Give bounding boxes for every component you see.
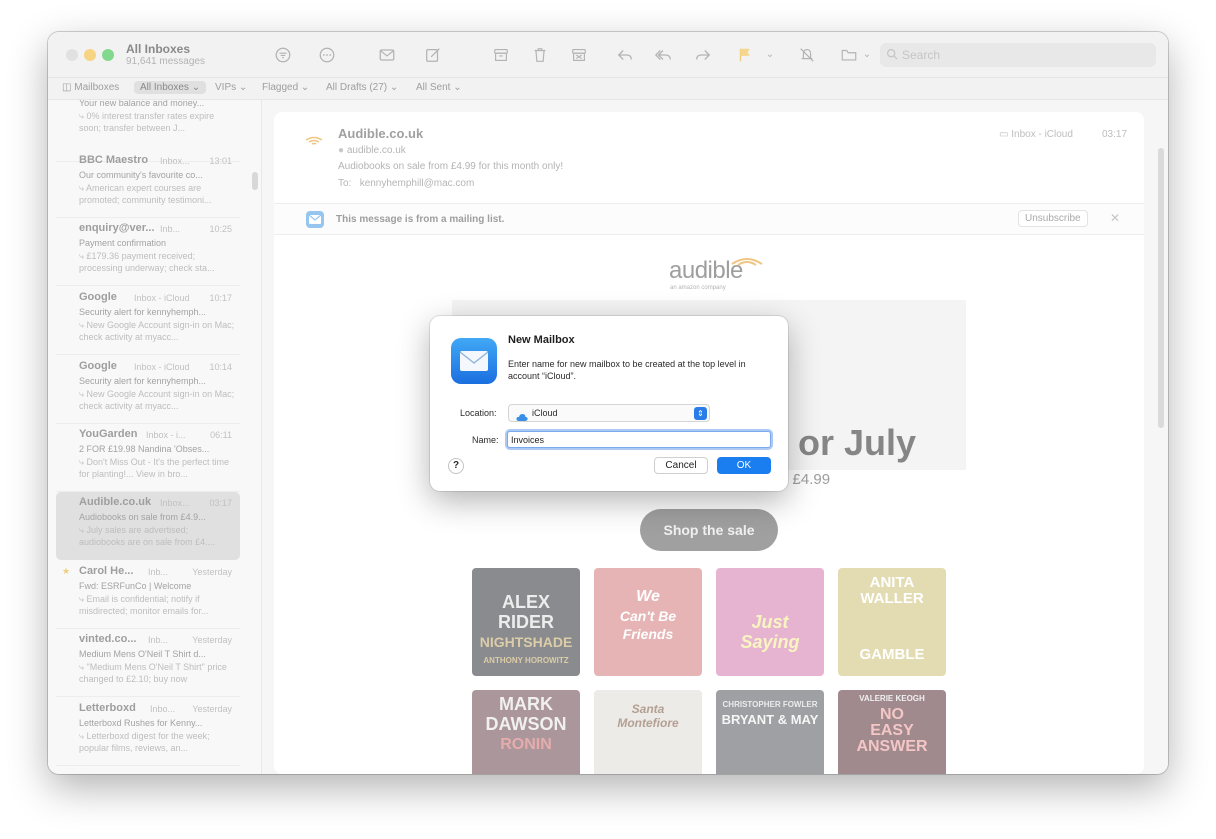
mail-app-icon <box>451 338 497 384</box>
ok-button[interactable]: OK <box>717 457 771 474</box>
mail-window: All Inboxes 91,641 messages ⌄ ⌄ Search ◫… <box>48 32 1168 774</box>
location-select[interactable]: iCloud ⇕ <box>508 404 710 422</box>
stepper-chevrons-icon: ⇕ <box>694 407 707 420</box>
location-label: Location: <box>460 408 497 418</box>
help-button[interactable]: ? <box>448 458 464 474</box>
new-mailbox-dialog: New Mailbox Enter name for new mailbox t… <box>430 316 788 491</box>
cancel-button[interactable]: Cancel <box>654 457 708 474</box>
icloud-icon <box>516 409 528 427</box>
mailbox-name-input[interactable] <box>507 431 771 448</box>
dialog-message: Enter name for new mailbox to be created… <box>508 359 746 381</box>
location-value: iCloud <box>532 408 558 418</box>
name-label: Name: <box>472 435 499 445</box>
dialog-title: New Mailbox <box>508 334 575 346</box>
